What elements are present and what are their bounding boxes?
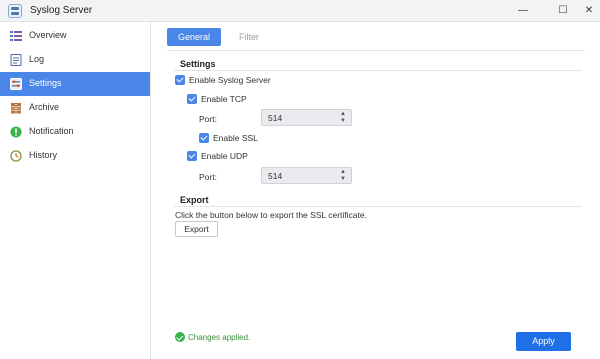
- sidebar-item-label: Notification: [29, 126, 74, 136]
- enable-tcp-checkbox[interactable]: [187, 94, 197, 104]
- enable-udp-label: Enable UDP: [201, 151, 248, 161]
- udp-port-label: Port:: [199, 172, 217, 182]
- chevron-down-icon[interactable]: ▼: [339, 118, 347, 125]
- history-icon: [10, 150, 22, 162]
- log-icon: [10, 54, 22, 66]
- export-button[interactable]: Export: [175, 221, 218, 237]
- settings-divider: [174, 70, 582, 71]
- sidebar-item-settings[interactable]: Settings: [0, 72, 150, 96]
- settings-icon: [10, 78, 22, 90]
- sidebar-item-notification[interactable]: Notification: [0, 120, 150, 144]
- enable-tcp-label: Enable TCP: [201, 94, 247, 104]
- title-bar: Syslog Server — ☐ ✕: [0, 0, 600, 22]
- enable-ssl-label: Enable SSL: [213, 133, 258, 143]
- tab-divider: [167, 50, 585, 51]
- sidebar-item-history[interactable]: History: [0, 144, 150, 168]
- overview-icon: [10, 31, 22, 41]
- minimize-button[interactable]: —: [512, 1, 534, 21]
- udp-port-stepper[interactable]: 514 ▲ ▼: [261, 167, 352, 184]
- sidebar-item-archive[interactable]: Archive: [0, 96, 150, 120]
- chevron-up-icon[interactable]: ▲: [339, 169, 347, 176]
- export-description: Click the button below to export the SSL…: [175, 210, 367, 220]
- sidebar-item-label: Log: [29, 54, 45, 64]
- sidebar-item-label: Archive: [29, 102, 60, 112]
- chevron-down-icon[interactable]: ▼: [339, 176, 347, 183]
- enable-syslog-server-checkbox[interactable]: [175, 75, 185, 85]
- archive-icon: [11, 103, 21, 114]
- sidebar-item-overview[interactable]: Overview: [0, 24, 150, 48]
- export-section-title: Export: [180, 195, 209, 205]
- enable-syslog-server-label: Enable Syslog Server: [189, 75, 271, 85]
- sidebar-item-label: Settings: [29, 78, 62, 88]
- chevron-up-icon[interactable]: ▲: [339, 111, 347, 118]
- syslog-app-icon: [8, 4, 22, 18]
- apply-button[interactable]: Apply: [516, 332, 571, 351]
- status-text: Changes applied.: [188, 333, 251, 342]
- export-divider: [174, 206, 582, 207]
- notification-icon: [10, 126, 22, 138]
- sidebar-item-label: Overview: [29, 30, 67, 40]
- sidebar-item-label: History: [29, 150, 58, 160]
- sidebar: Overview Log Settings Archive Notificati…: [0, 22, 151, 359]
- check-circle-icon: [175, 332, 185, 342]
- udp-port-value: 514: [268, 171, 283, 181]
- enable-ssl-checkbox[interactable]: [199, 133, 209, 143]
- tab-general[interactable]: General: [167, 28, 221, 46]
- enable-udp-checkbox[interactable]: [187, 151, 197, 161]
- tcp-port-value: 514: [268, 113, 283, 123]
- window-title: Syslog Server: [30, 5, 93, 16]
- close-button[interactable]: ✕: [578, 1, 600, 21]
- tab-filter[interactable]: Filter: [229, 28, 269, 46]
- tcp-port-stepper[interactable]: 514 ▲ ▼: [261, 109, 352, 126]
- tcp-port-label: Port:: [199, 114, 217, 124]
- settings-section-title: Settings: [180, 59, 216, 69]
- sidebar-item-log[interactable]: Log: [0, 48, 150, 72]
- maximize-button[interactable]: ☐: [552, 1, 574, 21]
